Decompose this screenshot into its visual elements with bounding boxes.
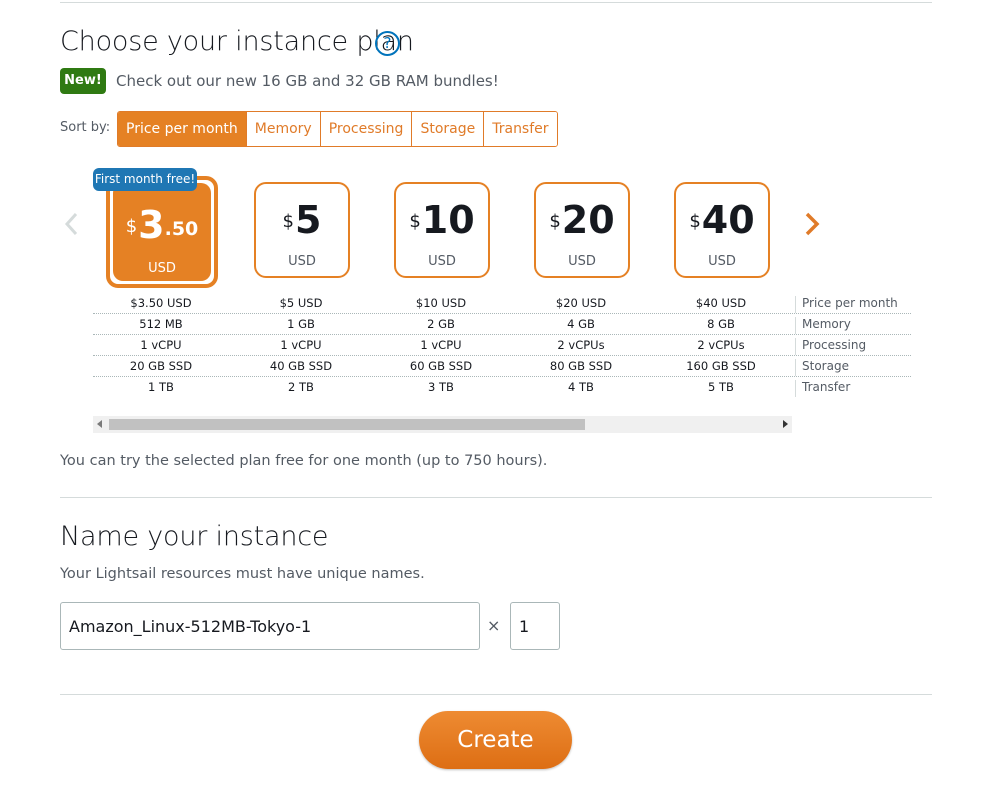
plan-price: $10 [409,198,475,242]
plan-card[interactable]: $10 USD [394,182,490,278]
spec-cell: $3.50 USD [130,296,192,310]
spec-cell: 3 TB [428,380,454,394]
spec-cell: 8 GB [707,317,735,331]
row-label: Storage [795,359,849,376]
sort-label: Sort by: [60,120,111,135]
new-badge: New! [60,68,106,94]
sort-options: Price per month Memory Processing Storag… [117,111,558,147]
promo-text: Check out our new 16 GB and 32 GB RAM bu… [116,72,499,90]
trial-text: You can try the selected plan free for o… [60,453,548,469]
question-circle-icon[interactable]: ? [375,31,400,56]
spec-cell: 5 TB [708,380,734,394]
instance-count-input[interactable] [510,602,560,650]
sort-memory-button[interactable]: Memory [245,112,320,146]
instance-name-input[interactable] [60,602,480,650]
plan-currency: USD [428,254,456,269]
spec-cell: $20 USD [555,296,607,310]
chevron-right-icon[interactable] [801,209,823,239]
plan-currency: USD [568,254,596,269]
plan-currency: USD [708,254,736,269]
sort-processing-button[interactable]: Processing [319,112,412,146]
plan-price: $5 [282,198,322,242]
row-label: Processing [795,338,866,355]
plan-card[interactable]: $40 USD [674,182,770,278]
spec-row-price: $3.50 USD $5 USD $10 USD $20 USD $40 USD… [93,293,911,314]
scrollbar-thumb[interactable] [109,419,585,430]
row-label: Memory [795,317,851,334]
spec-cell: 2 vCPUs [557,338,605,352]
first-month-free-badge: First month free! [93,168,197,191]
sort-price-button[interactable]: Price per month [118,112,246,146]
spec-row-transfer: 1 TB 2 TB 3 TB 4 TB 5 TB Transfer [93,377,911,397]
scroll-left-arrow-icon[interactable] [97,420,102,428]
spec-cell: 160 GB SSD [686,359,756,373]
spec-row-storage: 20 GB SSD 40 GB SSD 60 GB SSD 80 GB SSD … [93,356,911,377]
spec-cell: 2 TB [288,380,314,394]
plan-card[interactable]: $20 USD [534,182,630,278]
spec-cell: 1 vCPU [280,338,322,352]
spec-cell: 60 GB SSD [409,359,473,373]
plan-currency: USD [288,254,316,269]
plan-currency: USD [148,261,176,276]
spec-cell: $5 USD [279,296,323,310]
bottom-divider [60,694,932,695]
row-label: Price per month [795,296,898,313]
name-section-subtitle: Your Lightsail resources must have uniqu… [60,566,425,582]
spec-cell: 4 GB [567,317,595,331]
spec-cell: 1 GB [287,317,315,331]
plan-card[interactable]: $5 USD [254,182,350,278]
spec-cell: $40 USD [695,296,747,310]
spec-cell: 20 GB SSD [129,359,193,373]
spec-cell: 40 GB SSD [269,359,333,373]
name-section-title: Name your instance [60,521,329,552]
chevron-left-icon[interactable] [62,209,80,239]
plan-section-title: Choose your instance plan [60,26,414,57]
spec-cell: 2 GB [427,317,455,331]
plan-specs-table: $3.50 USD $5 USD $10 USD $20 USD $40 USD… [93,293,911,397]
spec-cell: 80 GB SSD [549,359,613,373]
create-button[interactable]: Create [419,711,572,769]
sort-storage-button[interactable]: Storage [411,112,484,146]
horizontal-scrollbar[interactable] [93,416,792,433]
spec-cell: 512 MB [139,317,183,331]
plan-price: $3.50 [125,203,199,247]
plan-price: $20 [549,198,615,242]
sort-transfer-button[interactable]: Transfer [483,112,557,146]
section-divider [60,497,932,498]
plan-price: $40 [689,198,755,242]
spec-cell: 1 vCPU [420,338,462,352]
scroll-right-arrow-icon[interactable] [783,420,788,428]
top-divider [60,2,932,3]
plan-card-selected[interactable]: $3.50 USD [106,176,218,288]
spec-row-memory: 512 MB 1 GB 2 GB 4 GB 8 GB Memory [93,314,911,335]
spec-cell: 4 TB [568,380,594,394]
multiply-icon: × [487,616,501,635]
spec-cell: 1 TB [148,380,174,394]
row-label: Transfer [795,380,850,397]
spec-cell: $10 USD [415,296,467,310]
spec-cell: 2 vCPUs [697,338,745,352]
spec-row-processing: 1 vCPU 1 vCPU 1 vCPU 2 vCPUs 2 vCPUs Pro… [93,335,911,356]
spec-cell: 1 vCPU [140,338,182,352]
